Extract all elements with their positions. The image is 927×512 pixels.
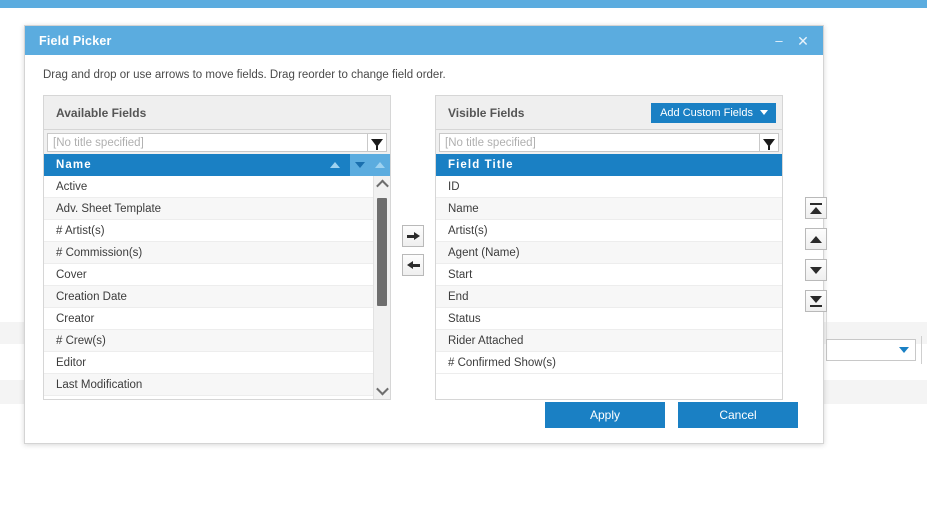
available-fields-filter-row xyxy=(44,130,390,154)
move-to-bottom-icon xyxy=(810,295,822,307)
triangle-up-glyph xyxy=(810,206,822,214)
available-fields-panel: Available Fields Name xyxy=(43,95,391,400)
add-custom-fields-label: Add Custom Fields xyxy=(660,106,753,119)
apply-button[interactable]: Apply xyxy=(545,402,665,428)
visible-fields-list[interactable]: ID Name Artist(s) Agent (Name) Start End Statu… xyxy=(436,176,782,399)
move-up-button[interactable] xyxy=(805,228,827,250)
sort-ascending-icon xyxy=(330,162,340,168)
visible-field-item[interactable]: Name xyxy=(436,198,782,220)
add-custom-fields-button[interactable]: Add Custom Fields xyxy=(651,102,776,123)
bar-glyph xyxy=(810,304,822,307)
close-icon[interactable]: ✕ xyxy=(793,34,813,48)
available-field-item[interactable]: Adv. Sheet Template xyxy=(44,198,373,220)
move-to-top-icon xyxy=(810,202,822,214)
transfer-buttons-column xyxy=(391,95,435,400)
instructions-text: Drag and drop or use arrows to move fiel… xyxy=(43,69,446,81)
visible-field-item[interactable]: Agent (Name) xyxy=(436,242,782,264)
visible-fields-filter-input[interactable] xyxy=(439,133,760,152)
move-down-button[interactable] xyxy=(805,259,827,281)
visible-field-item[interactable]: # Confirmed Show(s) xyxy=(436,352,782,374)
top-accent-strip xyxy=(0,0,927,8)
arrow-up-icon xyxy=(810,235,822,243)
filter-funnel-button[interactable] xyxy=(760,133,779,152)
visible-fields-column-header[interactable]: Field Title xyxy=(436,154,782,176)
arrow-left-icon xyxy=(406,260,420,270)
move-to-top-button[interactable] xyxy=(805,197,827,219)
move-to-bottom-button[interactable] xyxy=(805,290,827,312)
visible-fields-header: Visible Fields Add Custom Fields xyxy=(436,96,782,130)
bar-glyph xyxy=(810,202,822,205)
triangle-down-glyph xyxy=(810,295,822,303)
scroll-up-button[interactable] xyxy=(374,176,390,193)
dialog-footer: Apply Cancel xyxy=(25,387,823,443)
available-fields-list-wrapper: Active Adv. Sheet Template # Artist(s) # Co… xyxy=(44,176,390,399)
cancel-button[interactable]: Cancel xyxy=(678,402,798,428)
chevron-down-icon xyxy=(355,162,365,168)
available-fields-filter-input[interactable] xyxy=(47,133,368,152)
arrow-down-icon xyxy=(810,266,822,274)
visible-fields-filter-row xyxy=(436,130,782,154)
field-picker-dialog: Field Picker – ✕ Drag and drop or use ar… xyxy=(24,25,827,444)
chevron-up-icon xyxy=(375,162,385,168)
available-fields-list[interactable]: Active Adv. Sheet Template # Artist(s) # Co… xyxy=(44,176,373,399)
visible-fields-column-label: Field Title xyxy=(448,159,514,171)
visible-field-item[interactable]: Status xyxy=(436,308,782,330)
available-fields-scrollbar[interactable] xyxy=(373,176,390,399)
minimize-icon[interactable]: – xyxy=(769,34,789,47)
funnel-icon-stem xyxy=(768,145,770,150)
scrollbar-thumb[interactable] xyxy=(377,198,387,306)
available-field-item[interactable]: # Crew(s) xyxy=(44,330,373,352)
available-fields-title: Available Fields xyxy=(56,105,147,120)
chevron-up-icon xyxy=(375,179,389,193)
visible-field-item[interactable]: Artist(s) xyxy=(436,220,782,242)
available-fields-column-header[interactable]: Name xyxy=(44,154,390,176)
move-to-available-button[interactable] xyxy=(402,254,424,276)
header-sort-down-button[interactable] xyxy=(350,154,370,176)
available-field-item[interactable]: Creator xyxy=(44,308,373,330)
reorder-buttons-column xyxy=(805,197,827,312)
move-to-visible-button[interactable] xyxy=(402,225,424,247)
chevron-down-icon xyxy=(760,110,768,115)
dialog-title: Field Picker xyxy=(39,33,112,48)
background-filter-dropdown[interactable] xyxy=(826,339,916,361)
available-fields-header: Available Fields xyxy=(44,96,390,130)
dialog-titlebar: Field Picker – ✕ xyxy=(25,26,823,55)
filter-funnel-button[interactable] xyxy=(368,133,387,152)
arrow-right-icon xyxy=(406,231,420,241)
dialog-body: Drag and drop or use arrows to move fiel… xyxy=(25,55,827,400)
visible-field-item[interactable]: Rider Attached xyxy=(436,330,782,352)
chevron-down-icon xyxy=(899,347,909,353)
available-field-item[interactable]: Active xyxy=(44,176,373,198)
available-field-item[interactable]: Editor xyxy=(44,352,373,374)
visible-fields-list-wrapper: ID Name Artist(s) Agent (Name) Start End Statu… xyxy=(436,176,782,399)
funnel-icon-stem xyxy=(376,145,378,150)
available-field-item[interactable]: # Artist(s) xyxy=(44,220,373,242)
visible-field-item[interactable]: ID xyxy=(436,176,782,198)
visible-fields-title: Visible Fields xyxy=(448,105,525,120)
header-sort-up-button[interactable] xyxy=(370,154,390,176)
panes-container: Available Fields Name xyxy=(43,95,827,400)
visible-fields-panel: Visible Fields Add Custom Fields Field T… xyxy=(435,95,783,400)
visible-field-item[interactable]: Start xyxy=(436,264,782,286)
available-fields-column-label: Name xyxy=(56,159,92,171)
background-column-divider xyxy=(921,336,922,364)
available-field-item[interactable]: Cover xyxy=(44,264,373,286)
available-field-item[interactable]: Creation Date xyxy=(44,286,373,308)
visible-field-item[interactable]: End xyxy=(436,286,782,308)
available-field-item[interactable]: # Commission(s) xyxy=(44,242,373,264)
